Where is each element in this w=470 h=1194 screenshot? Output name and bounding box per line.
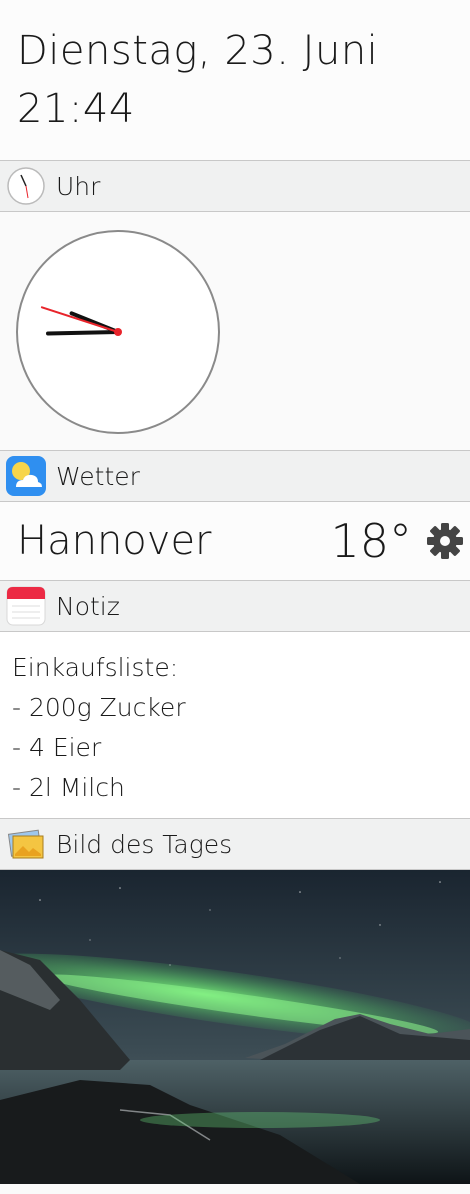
weather-city: Hannover xyxy=(17,518,212,564)
datetime-panel: Dienstag, 23. Juni 21:44 xyxy=(0,0,470,160)
clock-header[interactable]: Uhr xyxy=(0,160,470,212)
date-text: Dienstag, 23. Juni xyxy=(17,28,379,74)
clock-title: Uhr xyxy=(56,171,101,201)
picture-of-the-day[interactable] xyxy=(0,870,470,1184)
weather-icon xyxy=(6,456,46,496)
weather-temperature: 18° xyxy=(330,514,412,568)
minute-hand xyxy=(46,330,120,336)
note-line: Einkaufsliste: xyxy=(12,653,179,682)
photo-header[interactable]: Bild des Tages xyxy=(0,818,470,870)
note-line: - 2l Milch xyxy=(12,773,125,802)
clock-icon xyxy=(6,166,46,206)
weather-header[interactable]: Wetter xyxy=(0,450,470,502)
analog-clock xyxy=(0,212,470,450)
photo-title: Bild des Tages xyxy=(56,829,233,859)
time-text: 21:44 xyxy=(17,86,135,132)
notepad-icon xyxy=(6,586,46,626)
weather-title: Wetter xyxy=(56,461,140,491)
note-content[interactable]: Einkaufsliste: - 200g Zucker - 4 Eier - … xyxy=(0,632,470,818)
note-line: - 200g Zucker xyxy=(12,693,186,722)
note-title: Notiz xyxy=(56,591,120,621)
note-header[interactable]: Notiz xyxy=(0,580,470,632)
gear-icon[interactable] xyxy=(426,522,464,560)
weather-panel: Hannover 18° xyxy=(0,502,470,580)
picture-icon xyxy=(6,824,46,864)
note-line: - 4 Eier xyxy=(12,733,102,762)
